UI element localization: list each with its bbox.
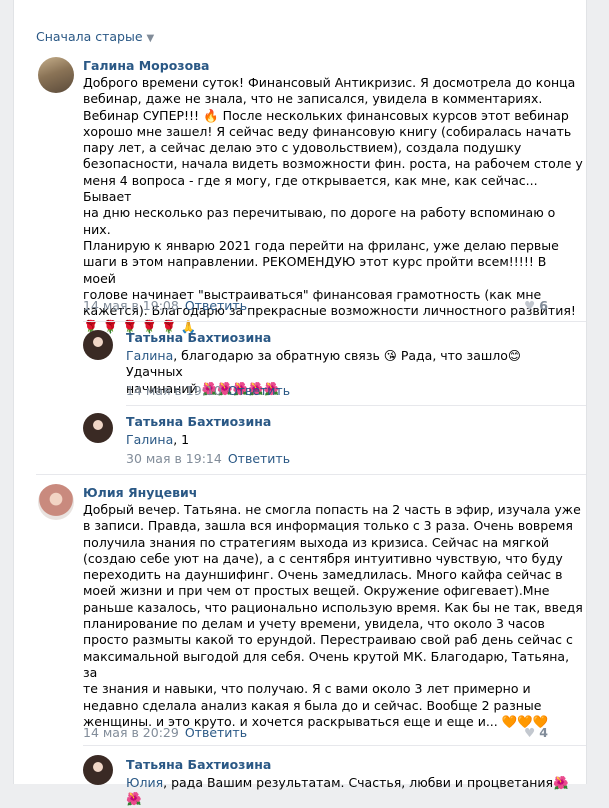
like-button[interactable]: ♥ 4	[524, 725, 548, 740]
avatar[interactable]	[38, 57, 74, 93]
comment-author[interactable]: Татьяна Бахтиозина	[126, 414, 271, 429]
divider	[126, 405, 586, 406]
comment-date[interactable]: 14 мая в 20:29	[83, 725, 179, 740]
mention-link[interactable]: Юлия	[126, 775, 163, 790]
avatar[interactable]	[38, 484, 74, 520]
reply-link[interactable]: Ответить	[185, 298, 247, 313]
divider	[83, 745, 586, 746]
chevron-down-icon: ▼	[146, 33, 155, 44]
comment-body: , рада Вашим результатам. Счастья, любви…	[126, 775, 569, 807]
avatar[interactable]	[83, 755, 113, 785]
comment-meta: 14 мая в 20:29 Ответить	[83, 725, 247, 740]
avatar[interactable]	[83, 330, 113, 360]
comment-text: Галина, 1	[126, 432, 576, 448]
heart-icon: ♥	[524, 298, 536, 313]
heart-icon: ♥	[524, 725, 536, 740]
comment-text: Доброго времени суток! Финансовый Антикр…	[83, 75, 583, 335]
reply-link[interactable]: Ответить	[228, 383, 290, 398]
comment-author[interactable]: Татьяна Бахтиозина	[126, 330, 271, 345]
comment-meta: 14 мая в 19:10 Ответить	[126, 383, 290, 398]
sort-order-label: Сначала старые	[36, 29, 143, 44]
mention-link[interactable]: Галина	[126, 348, 173, 363]
like-count: 6	[539, 298, 548, 313]
comment-text: Юлия, рада Вашим результатам. Счастья, л…	[126, 775, 576, 808]
divider	[36, 474, 586, 475]
comment-meta: 30 мая в 19:14 Ответить	[126, 451, 290, 466]
reply-link[interactable]: Ответить	[185, 725, 247, 740]
divider	[83, 321, 586, 322]
comment-author[interactable]: Татьяна Бахтиозина	[126, 757, 271, 772]
sort-order-toggle[interactable]: Сначала старые ▼	[36, 29, 154, 44]
like-button[interactable]: ♥ 6	[524, 298, 548, 313]
comment-author[interactable]: Юлия Януцевич	[83, 485, 197, 500]
comment-meta: 14 мая в 19:08 Ответить	[83, 298, 247, 313]
comment-date[interactable]: 14 мая в 19:08	[83, 298, 179, 313]
comment-date[interactable]: 14 мая в 19:10	[126, 383, 222, 398]
like-count: 4	[539, 725, 548, 740]
comment-body: , 1	[173, 432, 190, 447]
comment-author[interactable]: Галина Морозова	[83, 58, 210, 73]
comments-panel: Сначала старые ▼ Галина Морозова Доброго …	[13, 0, 587, 806]
comment-date[interactable]: 30 мая в 19:14	[126, 451, 222, 466]
mention-link[interactable]: Галина	[126, 432, 173, 447]
comment-text: Добрый вечер. Татьяна. не смогла попасть…	[83, 502, 583, 729]
avatar[interactable]	[83, 413, 113, 443]
reply-link[interactable]: Ответить	[228, 451, 290, 466]
